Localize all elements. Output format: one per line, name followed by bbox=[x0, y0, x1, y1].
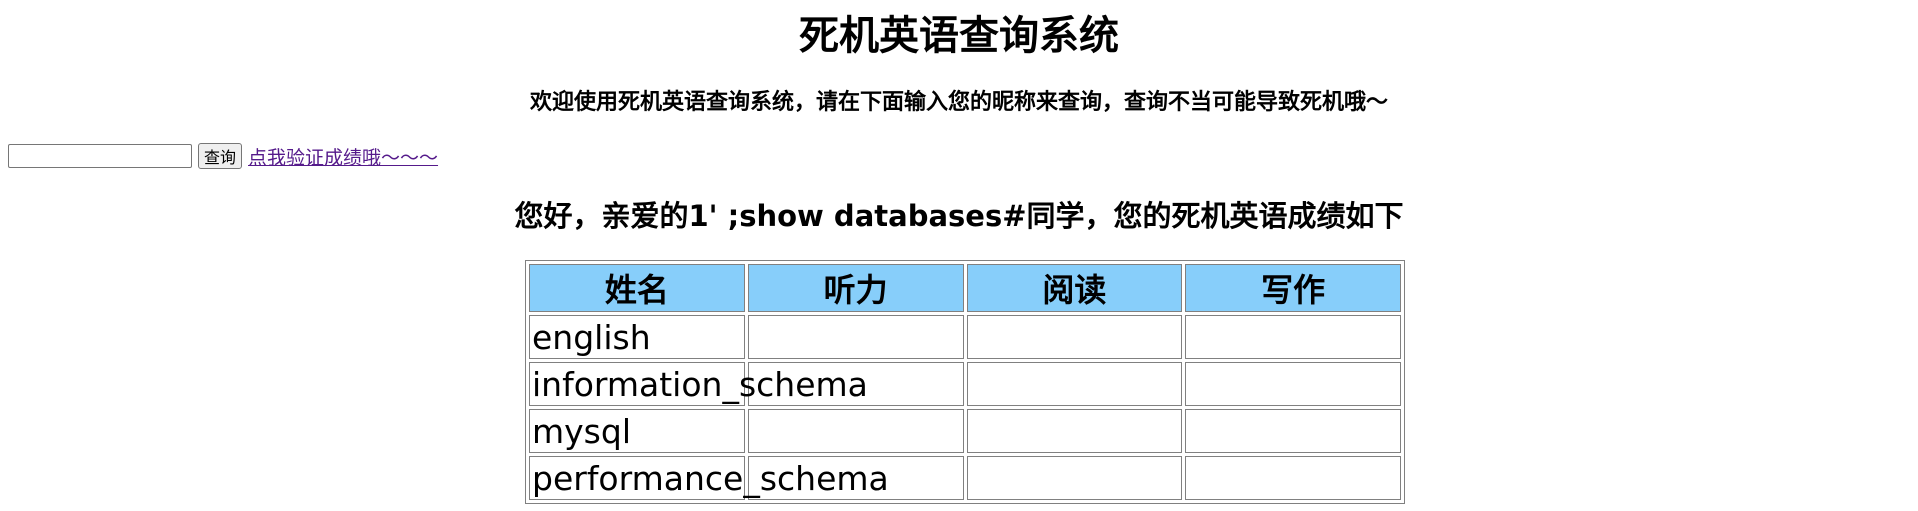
header-reading: 阅读 bbox=[966, 264, 1183, 312]
cell-writing bbox=[1185, 456, 1401, 500]
table-row: english bbox=[529, 315, 1401, 359]
cell-listening bbox=[747, 409, 964, 453]
page-subtitle: 欢迎使用死机英语查询系统，请在下面输入您的昵称来查询，查询不当可能导致死机哦～ bbox=[529, 90, 1388, 115]
query-form: 查询 点我验证成绩哦～～～ bbox=[8, 140, 438, 172]
table-row: mysql bbox=[529, 409, 1401, 453]
cell-name: information_schema bbox=[529, 362, 868, 406]
cell-reading bbox=[966, 362, 1183, 406]
nickname-input[interactable] bbox=[8, 144, 192, 168]
page-title: 死机英语查询系统 bbox=[799, 13, 1119, 59]
cell-name: mysql bbox=[529, 409, 745, 453]
query-button[interactable]: 查询 bbox=[198, 143, 243, 169]
table-row: information_schema bbox=[529, 362, 1401, 406]
table-header-row: 姓名 听力 阅读 写作 bbox=[529, 264, 1401, 312]
header-writing: 写作 bbox=[1185, 264, 1401, 312]
cell-name: performance_schema bbox=[529, 456, 889, 500]
table-row: performance_schema bbox=[529, 456, 1401, 500]
cell-reading bbox=[966, 456, 1183, 500]
header-listening: 听力 bbox=[747, 264, 964, 312]
result-greeting: 您好，亲爱的1' ;show databases#同学，您的死机英语成绩如下 bbox=[514, 199, 1404, 233]
cell-writing bbox=[1185, 409, 1401, 453]
cell-listening bbox=[747, 315, 964, 359]
cell-writing bbox=[1185, 362, 1401, 406]
cell-writing bbox=[1185, 315, 1401, 359]
cell-reading bbox=[966, 409, 1183, 453]
verify-score-link[interactable]: 点我验证成绩哦～～～ bbox=[248, 143, 438, 170]
header-name: 姓名 bbox=[529, 264, 745, 312]
cell-reading bbox=[966, 315, 1183, 359]
score-table: 姓名 听力 阅读 写作 english information_schema m… bbox=[525, 260, 1405, 504]
cell-name: english bbox=[529, 315, 745, 359]
